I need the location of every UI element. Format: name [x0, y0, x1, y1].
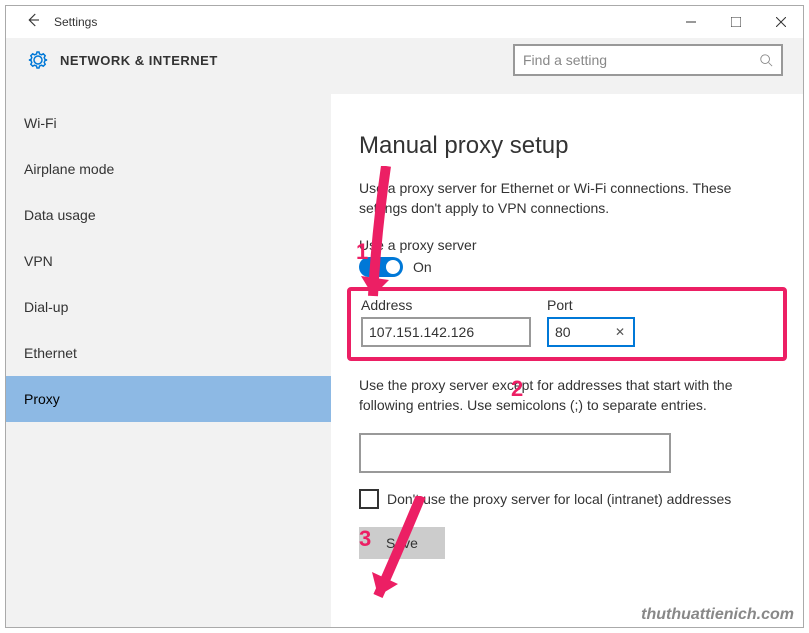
maximize-icon — [731, 17, 741, 27]
annotation-highlight-2: Address 107.151.142.126 Port 80 ✕ — [347, 287, 787, 361]
address-input[interactable]: 107.151.142.126 — [361, 317, 531, 347]
settings-window: Settings NETWORK & INTERNET Find a setti… — [5, 5, 804, 628]
port-label: Port — [547, 297, 635, 313]
search-icon — [759, 53, 773, 67]
annotation-step-1: 1 — [356, 239, 368, 265]
sidebar-item-vpn[interactable]: VPN — [6, 238, 331, 284]
page-heading: Manual proxy setup — [359, 132, 775, 160]
search-placeholder: Find a setting — [523, 52, 759, 68]
sidebar-item-dialup[interactable]: Dial-up — [6, 284, 331, 330]
main-panel: Manual proxy setup Use a proxy server fo… — [331, 94, 803, 627]
annotation-arrow-3 — [366, 496, 446, 616]
exceptions-label: Use the proxy server except for addresse… — [359, 375, 775, 416]
clear-icon[interactable]: ✕ — [613, 325, 627, 339]
sidebar-item-proxy[interactable]: Proxy — [6, 376, 331, 422]
sidebar-item-airplane[interactable]: Airplane mode — [6, 146, 331, 192]
description: Use a proxy server for Ethernet or Wi-Fi… — [359, 178, 775, 219]
toggle-state: On — [413, 259, 432, 275]
minimize-button[interactable] — [668, 6, 713, 38]
close-icon — [776, 17, 786, 27]
sidebar-item-ethernet[interactable]: Ethernet — [6, 330, 331, 376]
toggle-label: Use a proxy server — [359, 237, 775, 253]
port-input[interactable]: 80 ✕ — [547, 317, 635, 347]
watermark: thuthuattienich.com — [641, 606, 794, 624]
close-button[interactable] — [758, 6, 803, 38]
sidebar-item-wifi[interactable]: Wi-Fi — [6, 100, 331, 146]
sidebar: Wi-Fi Airplane mode Data usage VPN Dial-… — [6, 94, 331, 627]
search-input[interactable]: Find a setting — [513, 44, 783, 76]
titlebar: Settings — [6, 6, 803, 38]
exceptions-input[interactable] — [359, 433, 671, 473]
body: Wi-Fi Airplane mode Data usage VPN Dial-… — [6, 94, 803, 627]
back-button[interactable] — [24, 11, 48, 34]
window-title: Settings — [48, 15, 668, 29]
header-title: NETWORK & INTERNET — [60, 53, 218, 68]
minimize-icon — [686, 17, 696, 27]
maximize-button[interactable] — [713, 6, 758, 38]
gear-icon — [26, 48, 50, 72]
header: NETWORK & INTERNET Find a setting — [6, 38, 803, 94]
sidebar-item-data-usage[interactable]: Data usage — [6, 192, 331, 238]
annotation-arrow-1 — [361, 166, 411, 316]
annotation-step-2: 2 — [511, 376, 523, 402]
arrow-left-icon — [24, 11, 42, 29]
annotation-step-3: 3 — [359, 526, 371, 552]
